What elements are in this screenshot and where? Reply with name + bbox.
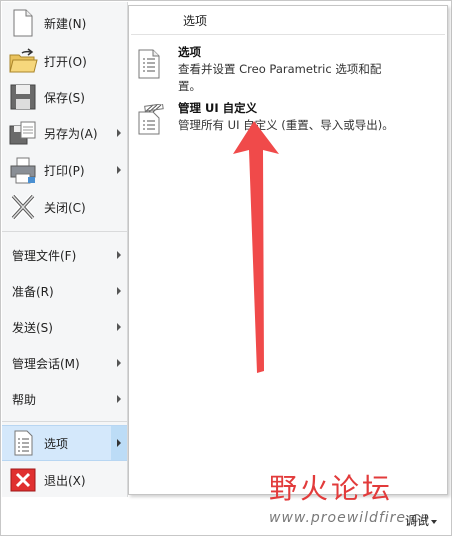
submenu-item-title: 选项 [178, 45, 201, 59]
submenu-arrow-icon [117, 395, 121, 403]
submenu-arrow-icon [117, 129, 121, 137]
close-icon [8, 192, 38, 222]
menu-item-close[interactable]: 关闭(C) [2, 189, 127, 225]
panel-title: 选项 [183, 14, 208, 28]
submenu-arrow-icon [117, 251, 121, 259]
open-folder-icon [8, 46, 38, 76]
menu-separator [2, 231, 127, 232]
submenu-item-title: 管理 UI 自定义 [178, 101, 258, 115]
menu-item-label: 准备(R) [12, 284, 54, 299]
menu-item-prepare[interactable]: 准备(R) [2, 273, 127, 309]
menu-item-label: 发送(S) [12, 320, 53, 335]
menu-item-manage-files[interactable]: 管理文件(F) [2, 237, 127, 273]
chevron-down-icon [431, 519, 438, 524]
menu-item-options[interactable]: 选项 [2, 425, 127, 461]
exit-icon [8, 465, 38, 495]
menu-item-open[interactable]: 打开(O) [2, 43, 127, 79]
menu-item-label: 另存为(A) [44, 126, 98, 141]
menu-item-label: 新建(N) [44, 16, 87, 31]
menu-item-label: 管理会话(M) [12, 356, 80, 371]
menu-item-help[interactable]: 帮助 [2, 381, 127, 417]
menu-item-manage-session[interactable]: 管理会话(M) [2, 345, 127, 381]
window-frame: 新建(N) 打开(O) 保存(S) 另存为(A) 打印(P) 关闭(C) 管理文… [0, 0, 452, 536]
print-icon [8, 155, 38, 185]
menu-item-label: 退出(X) [44, 473, 86, 488]
menu-item-exit[interactable]: 退出(X) [2, 462, 127, 498]
menu-item-save-as[interactable]: 另存为(A) [2, 115, 127, 151]
debug-label: 调试 [405, 514, 430, 528]
ui-customize-icon [135, 103, 165, 136]
menu-item-new[interactable]: 新建(N) [2, 5, 127, 41]
submenu-item-options[interactable]: 选项 查看并设置 Creo Parametric 选项和配置。 [129, 44, 447, 94]
save-icon [8, 82, 38, 112]
save-as-icon [8, 118, 38, 148]
options-icon [8, 428, 38, 458]
menu-item-label: 帮助 [12, 392, 37, 407]
submenu-arrow-icon [117, 287, 121, 295]
menu-item-label: 保存(S) [44, 90, 85, 105]
submenu-item-desc: 查看并设置 Creo Parametric 选项和配置。 [178, 62, 382, 93]
submenu-arrow-icon [117, 166, 121, 174]
menu-item-send[interactable]: 发送(S) [2, 309, 127, 345]
menu-item-label: 选项 [44, 436, 69, 451]
submenu-arrow-icon [117, 323, 121, 331]
annotation-arrow-icon [233, 121, 279, 373]
submenu-arrow-icon [117, 359, 121, 367]
submenu-arrow-icon [117, 439, 121, 447]
menu-item-label: 管理文件(F) [12, 248, 77, 263]
options-list-icon [135, 48, 165, 80]
menu-item-print[interactable]: 打印(P) [2, 152, 127, 188]
menu-item-label: 关闭(C) [44, 200, 86, 215]
menu-separator [2, 421, 127, 422]
menu-item-label: 打印(P) [44, 163, 85, 178]
debug-dropdown[interactable]: 调试 [405, 512, 438, 529]
file-menu: 新建(N) 打开(O) 保存(S) 另存为(A) 打印(P) 关闭(C) 管理文… [2, 2, 128, 497]
new-document-icon [8, 8, 38, 38]
menu-item-label: 打开(O) [44, 54, 87, 69]
watermark-logo: 野火论坛 [269, 472, 394, 505]
panel-separator [131, 34, 445, 35]
menu-item-save[interactable]: 保存(S) [2, 79, 127, 115]
